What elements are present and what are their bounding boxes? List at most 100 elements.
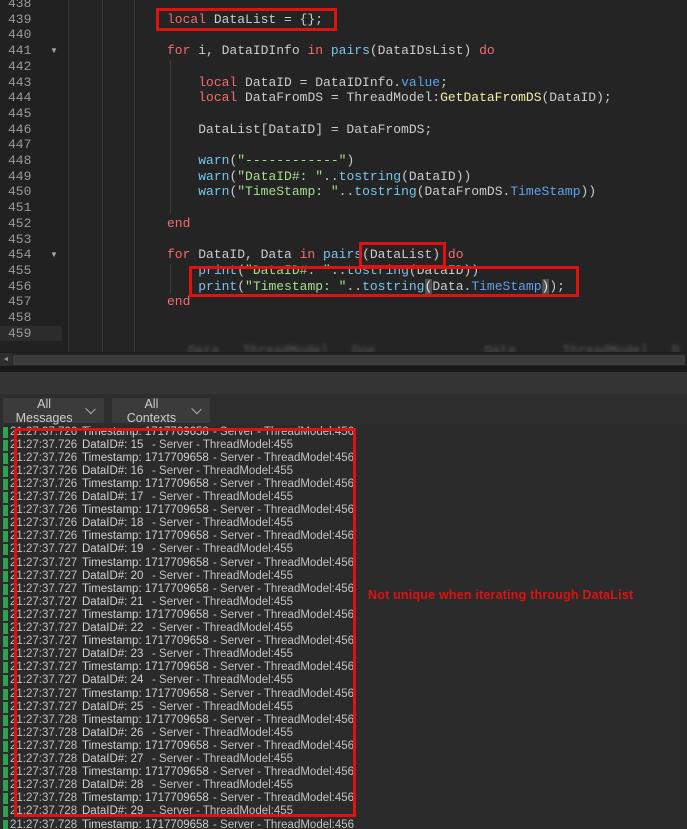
code-token: end: [167, 294, 191, 310]
line-number: 454: [8, 247, 32, 263]
output-row[interactable]: 21:27:37.727 Timestamp: 1717709658 - Serve…: [0, 688, 687, 701]
code-line[interactable]: warn("------------"): [167, 153, 354, 169]
output-row[interactable]: 21:27:37.728 Timestamp: 1717709658 - Serve…: [0, 819, 687, 829]
code-line[interactable]: local DataFromDS = ThreadModel:GetDataFr…: [167, 90, 612, 106]
output-row[interactable]: 21:27:37.728 Timestamp: 1717709658 - Serve…: [0, 740, 687, 753]
code-token: local: [198, 74, 238, 90]
output-row[interactable]: 21:27:37.727 DataID#: 23 - Server - Thread…: [0, 648, 687, 661]
output-row[interactable]: 21:27:37.727 DataID#: 25 - Server - Thread…: [0, 701, 687, 714]
output-row[interactable]: 21:27:37.728 DataID#: 27 - Server - Thread…: [0, 753, 687, 766]
line-number: 442: [8, 58, 32, 74]
log-source: - Server - ThreadModel:455: [152, 674, 294, 687]
log-message: DataID#: 20: [82, 569, 144, 582]
log-message: Timestamp: 1717709658: [82, 739, 209, 752]
code-line[interactable]: DataList[DataID] = DataFromDS;: [167, 122, 432, 138]
output-row[interactable]: 21:27:37.726 DataID#: 18 - Server - Thread…: [0, 517, 687, 530]
code-token: pairs: [330, 43, 370, 59]
log-source: - Server - ThreadModel:455: [152, 700, 294, 713]
output-row[interactable]: 21:27:37.726 Timestamp: 1717709658 - Serve…: [0, 504, 687, 517]
code-token: (DataList): [362, 247, 448, 263]
log-time: 21:27:37.727: [10, 595, 78, 608]
code-token: );: [549, 278, 565, 294]
output-row[interactable]: 21:27:37.728 DataID#: 29 - Server - Thread…: [0, 805, 687, 818]
log-time: 21:27:37.726: [10, 438, 78, 451]
scrollbar-thumb[interactable]: [13, 355, 685, 365]
code-line[interactable]: warn("TimeStamp: "..tostring(DataFromDS.…: [167, 184, 596, 200]
log-source: - Server - ThreadModel:455: [152, 805, 294, 818]
output-row[interactable]: 21:27:37.727 DataID#: 22 - Server - Thread…: [0, 622, 687, 635]
all-messages-dropdown[interactable]: All Messages: [3, 397, 104, 425]
log-level-indicator: [3, 518, 8, 530]
code-line[interactable]: end: [167, 294, 190, 310]
log-time: 21:27:37.727: [10, 674, 78, 687]
output-row[interactable]: 21:27:37.726 Timestamp: 1717709658 - Serve…: [0, 426, 687, 439]
code-line[interactable]: print("Timestamp: "..tostring(Data.TimeS…: [167, 278, 565, 295]
log-source: - Server - ThreadModel:456: [213, 477, 355, 490]
log-level-indicator: [3, 596, 8, 608]
output-row[interactable]: 21:27:37.726 Timestamp: 1717709658 - Serve…: [0, 478, 687, 491]
log-time: 21:27:37.726: [10, 517, 78, 530]
output-row[interactable]: 21:27:37.728 DataID#: 26 - Server - Thread…: [0, 727, 687, 740]
output-row[interactable]: 21:27:37.728 DataID#: 28 - Server - Thread…: [0, 779, 687, 792]
fold-collapse-arrow-icon[interactable]: ▼: [50, 247, 58, 263]
log-level-indicator: [3, 675, 8, 687]
code-line[interactable]: end: [167, 216, 190, 232]
log-source: - Server - ThreadModel:456: [213, 661, 355, 674]
output-row[interactable]: 21:27:37.726 DataID#: 15 - Server - Thread…: [0, 439, 687, 452]
output-row[interactable]: 21:27:37.727 DataID#: 19 - Server - Thread…: [0, 543, 687, 556]
log-source: - Server - ThreadModel:456: [213, 582, 355, 595]
output-row[interactable]: 21:27:37.727 Timestamp: 1717709658 - Serve…: [0, 635, 687, 648]
output-row[interactable]: 21:27:37.727 DataID#: 20 - Server - Thread…: [0, 570, 687, 583]
scroll-left-arrow-icon[interactable]: ◄: [0, 353, 12, 367]
output-row[interactable]: 21:27:37.728 Timestamp: 1717709658 - Serve…: [0, 766, 687, 779]
log-source: - Server - ThreadModel:456: [213, 792, 355, 805]
output-row[interactable]: 21:27:37.726 Timestamp: 1717709658 - Serve…: [0, 452, 687, 465]
code-line[interactable]: for DataID, Data in pairs(DataList) do: [167, 247, 464, 263]
log-source: - Server - ThreadModel:456: [213, 425, 355, 438]
log-level-indicator: [3, 727, 8, 739]
log-message: DataID#: 28: [82, 779, 144, 792]
output-row[interactable]: 21:27:37.727 Timestamp: 1717709658 - Serve…: [0, 609, 687, 622]
log-level-indicator: [3, 806, 8, 818]
line-number: 441: [8, 43, 32, 59]
all-contexts-dropdown[interactable]: All Contexts: [112, 397, 210, 425]
log-level-indicator: [3, 740, 8, 752]
output-row[interactable]: 21:27:37.726 Timestamp: 1717709658 - Serve…: [0, 530, 687, 543]
log-source: - Server - ThreadModel:455: [152, 517, 294, 530]
code-token: warn: [198, 184, 230, 200]
log-source: - Server - ThreadModel:456: [213, 608, 355, 621]
line-number: 456: [8, 278, 32, 294]
output-row[interactable]: 21:27:37.728 Timestamp: 1717709658 - Serve…: [0, 792, 687, 805]
log-message: Timestamp: 1717709658: [82, 792, 209, 805]
output-row[interactable]: 21:27:37.727 Timestamp: 1717709658 - Serve…: [0, 557, 687, 570]
indent-guide: [134, 0, 135, 352]
output-row[interactable]: 21:27:37.727 Timestamp: 1717709658 - Serve…: [0, 661, 687, 674]
log-level-indicator: [3, 544, 8, 556]
code-token: "DataID#: ": [237, 168, 324, 184]
code-line[interactable]: warn("DataID#: "..tostring(DataID)): [167, 169, 471, 185]
log-time: 21:27:37.726: [10, 464, 78, 477]
line-number: 458: [8, 310, 32, 325]
output-row[interactable]: 21:27:37.726 DataID#: 16 - Server - Thread…: [0, 465, 687, 478]
code-token: warn: [198, 168, 230, 184]
log-source: - Server - ThreadModel:455: [152, 464, 294, 477]
log-message: Timestamp: 1717709658: [82, 766, 209, 779]
output-header-strip: [0, 372, 687, 395]
output-row[interactable]: 21:27:37.726 DataID#: 17 - Server - Thread…: [0, 491, 687, 504]
code-line[interactable]: local DataList = {};: [167, 12, 323, 28]
output-row[interactable]: 21:27:37.728 Timestamp: 1717709658 - Serve…: [0, 714, 687, 727]
code-line[interactable]: local DataID = DataIDInfo.value;: [167, 75, 448, 91]
editor-horizontal-scrollbar[interactable]: ◄: [0, 352, 687, 367]
log-level-indicator: [3, 819, 8, 829]
log-message: Timestamp: 1717709658: [82, 818, 209, 829]
fold-collapse-arrow-icon[interactable]: ▼: [50, 43, 58, 59]
line-number: 446: [8, 121, 32, 137]
log-level-indicator: [3, 570, 8, 582]
output-row[interactable]: 21:27:37.727 DataID#: 24 - Server - Thread…: [0, 674, 687, 687]
code-line[interactable]: print("DataID#: "..tostring(DataID)): [167, 263, 479, 279]
code-line[interactable]: for i, DataIDInfo in pairs(DataIDsList) …: [167, 43, 495, 59]
code-token: "Timestamp: ": [245, 278, 347, 294]
